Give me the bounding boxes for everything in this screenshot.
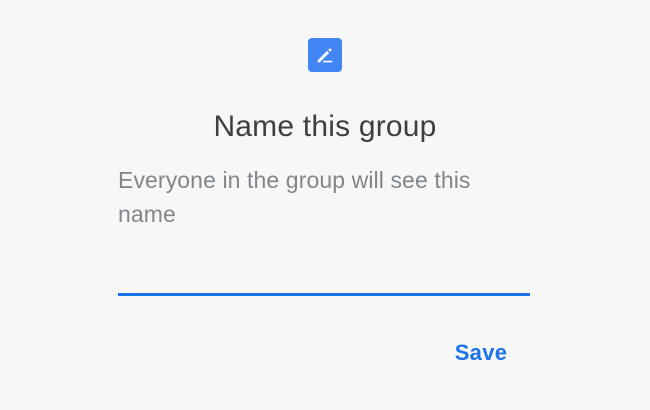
group-name-field[interactable] xyxy=(118,250,530,298)
input-underline xyxy=(118,293,530,296)
name-group-dialog: Name this group Everyone in the group wi… xyxy=(0,0,650,410)
dialog-description: Everyone in the group will see this name xyxy=(118,167,471,227)
save-button[interactable]: Save xyxy=(444,331,518,375)
dialog-title: Name this group xyxy=(213,110,437,143)
edit-pencil-icon xyxy=(308,38,342,72)
group-name-input[interactable] xyxy=(118,250,530,294)
